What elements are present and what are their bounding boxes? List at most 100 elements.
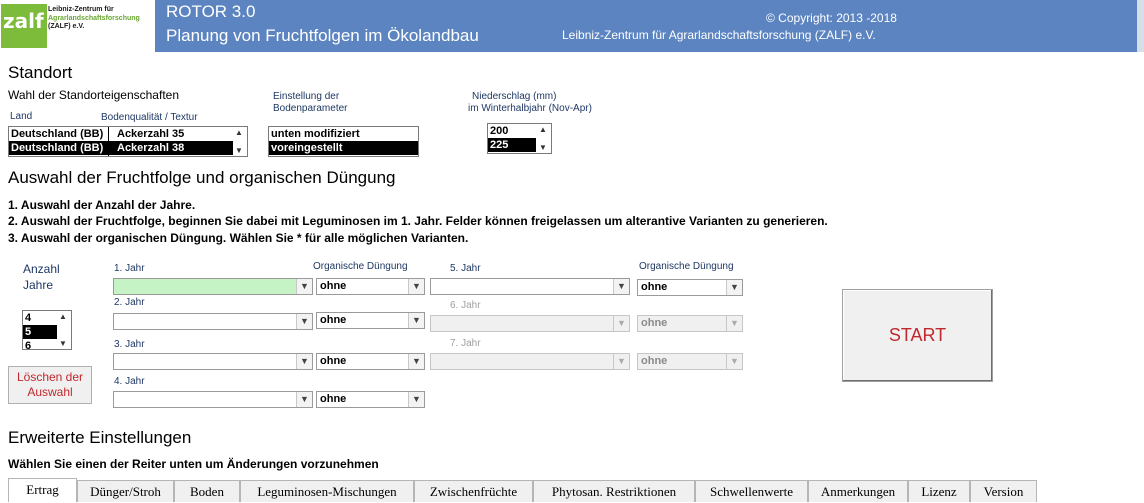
erweitert-heading: Erweiterte Einstellungen — [8, 428, 192, 447]
chevron-down-icon[interactable]: ▼ — [613, 354, 629, 369]
chevron-down-icon[interactable]: ▼ — [539, 143, 547, 152]
chevron-down-icon[interactable]: ▼ — [296, 392, 312, 407]
anzahl-option-2[interactable]: 5 — [23, 325, 57, 339]
institute-text: Leibniz-Zentrum für Agrarlandschaftsfors… — [562, 28, 876, 42]
tab-anmerkungen[interactable]: Anmerkungen — [808, 480, 908, 502]
instruction-1: 1. Auswahl der Anzahl der Jahre. — [8, 198, 196, 212]
zalf-logo: zalf Leibniz-Zentrum für Agrarlandschaft… — [0, 0, 155, 52]
column-divider — [108, 127, 109, 156]
chevron-up-icon[interactable]: ▲ — [235, 128, 243, 137]
logo-line-1: Leibniz-Zentrum für — [48, 6, 114, 13]
bodenparam-listbox[interactable]: unten modifiziert voreingestellt — [268, 126, 419, 157]
year-5-duengung-select[interactable]: ohne ▼ — [637, 279, 743, 296]
start-button[interactable]: START — [842, 289, 993, 382]
tab-phytosan-restriktionen[interactable]: Phytosan. Restriktionen — [533, 480, 695, 502]
copyright-text: © Copyright: 2013 -2018 — [766, 11, 897, 25]
fruchtfolge-heading: Auswahl der Fruchtfolge und organischen … — [8, 168, 396, 187]
year-4-label: 4. Jahr — [114, 376, 145, 387]
tab-zwischenfruechte[interactable]: Zwischenfrüchte — [414, 480, 533, 502]
chevron-down-icon[interactable]: ▼ — [613, 279, 629, 294]
tab-duenger-stroh[interactable]: Dünger/Stroh — [77, 480, 174, 502]
standort-subheading: Wahl der Standorteigenschaften — [8, 88, 179, 102]
year-5-label: 5. Jahr — [450, 263, 481, 274]
tab-leguminosen-mischungen[interactable]: Leguminosen-Mischungen — [240, 480, 414, 502]
standort-heading: Standort — [8, 63, 73, 82]
niederschlag-scrollbar[interactable]: ▲ ▼ — [537, 124, 551, 153]
year-7-crop-select[interactable]: ▼ — [430, 353, 630, 370]
site-option-2[interactable]: Deutschland (BB) Ackerzahl 38 — [9, 141, 233, 155]
year-4-duengung-select[interactable]: ohne ▼ — [316, 391, 425, 408]
niederschlag-listbox[interactable]: 200 225 ▲ ▼ — [487, 123, 552, 154]
anzahl-listbox[interactable]: 4 5 6 ▲ ▼ — [22, 310, 72, 350]
chevron-down-icon[interactable]: ▼ — [296, 354, 312, 369]
boden-label: Bodenqualität / Textur — [101, 112, 198, 123]
chevron-down-icon[interactable]: ▼ — [408, 354, 424, 369]
year-6-crop-select[interactable]: ▼ — [430, 315, 630, 332]
year-5-crop-select[interactable]: ▼ — [430, 278, 630, 295]
duengung-header-left: Organische Düngung — [313, 261, 408, 272]
niederschlag-option-2[interactable]: 225 — [488, 138, 536, 152]
chevron-down-icon[interactable]: ▼ — [408, 279, 424, 294]
chevron-down-icon[interactable]: ▼ — [235, 146, 243, 155]
logo-line-2: Agrarlandschaftsforschung — [48, 14, 140, 22]
year-6-label: 6. Jahr — [450, 300, 481, 311]
land-label: Land — [10, 111, 33, 122]
zalf-logo-mark: zalf — [1, 4, 47, 48]
bodenparam-option-1[interactable]: unten modifiziert — [269, 127, 418, 141]
window-scrollbar[interactable] — [1137, 0, 1144, 52]
chevron-up-icon[interactable]: ▲ — [539, 125, 547, 134]
year-1-label: 1. Jahr — [114, 263, 145, 274]
chevron-down-icon[interactable]: ▼ — [408, 392, 424, 407]
niederschlag-label-2: im Winterhalbjahr (Nov-Apr) — [468, 103, 592, 114]
anzahl-scrollbar[interactable]: ▲ ▼ — [57, 311, 71, 349]
anzahl-label-1: Anzahl — [23, 262, 60, 276]
erweitert-instruction: Wählen Sie einen der Reiter unten um Änd… — [8, 457, 379, 471]
year-2-crop-select[interactable]: ▼ — [113, 313, 313, 330]
tab-version[interactable]: Version — [970, 480, 1037, 502]
year-3-label: 3. Jahr — [114, 339, 145, 350]
app-subtitle: Planung von Fruchtfolgen im Ökolandbau — [166, 26, 479, 45]
year-2-label: 2. Jahr — [114, 297, 145, 308]
chevron-down-icon[interactable]: ▼ — [59, 339, 67, 348]
site-option-1[interactable]: Deutschland (BB) Ackerzahl 35 — [9, 127, 233, 141]
duengung-header-right: Organische Düngung — [639, 261, 734, 272]
site-list-scrollbar[interactable]: ▲ ▼ — [233, 127, 247, 156]
bodenparam-label-2: Bodenparameter — [273, 103, 348, 114]
anzahl-option-3[interactable]: 6 — [23, 339, 57, 349]
clear-selection-button[interactable]: Löschen der Auswahl — [8, 366, 92, 404]
year-6-duengung-select[interactable]: ohne ▼ — [637, 315, 743, 332]
anzahl-label-2: Jahre — [23, 278, 54, 292]
chevron-down-icon[interactable]: ▼ — [613, 316, 629, 331]
tab-lizenz[interactable]: Lizenz — [908, 480, 970, 502]
year-1-duengung-select[interactable]: ohne ▼ — [316, 278, 425, 295]
clear-button-line-1: Löschen der — [16, 370, 84, 384]
site-listbox[interactable]: Deutschland (BB) Ackerzahl 35 Deutschlan… — [8, 126, 248, 157]
year-3-duengung-select[interactable]: ohne ▼ — [316, 353, 425, 370]
niederschlag-option-1[interactable]: 200 — [488, 124, 536, 138]
zalf-logo-text: Leibniz-Zentrum für Agrarlandschaftsfors… — [48, 6, 156, 32]
year-4-crop-select[interactable]: ▼ — [113, 391, 313, 408]
app-title: ROTOR 3.0 — [166, 2, 256, 21]
year-1-crop-select[interactable]: ▼ — [113, 278, 313, 295]
chevron-down-icon[interactable]: ▼ — [296, 279, 312, 294]
anzahl-option-1[interactable]: 4 — [23, 311, 57, 325]
tab-boden[interactable]: Boden — [174, 480, 240, 502]
chevron-down-icon[interactable]: ▼ — [296, 314, 312, 329]
year-7-duengung-select[interactable]: ohne ▼ — [637, 353, 743, 370]
logo-line-3: (ZALF) e.V. — [48, 23, 85, 30]
chevron-down-icon[interactable]: ▼ — [408, 313, 424, 328]
chevron-down-icon[interactable]: ▼ — [726, 280, 742, 295]
year-2-duengung-select[interactable]: ohne ▼ — [316, 312, 425, 329]
chevron-up-icon[interactable]: ▲ — [59, 312, 67, 321]
year-7-label: 7. Jahr — [450, 338, 481, 349]
chevron-down-icon[interactable]: ▼ — [726, 316, 742, 331]
tab-ertrag[interactable]: Ertrag — [8, 478, 77, 502]
bodenparam-label-1: Einstellung der — [273, 91, 340, 102]
niederschlag-label-1: Niederschlag (mm) — [472, 91, 557, 102]
year-3-crop-select[interactable]: ▼ — [113, 353, 313, 370]
chevron-down-icon[interactable]: ▼ — [726, 354, 742, 369]
instruction-3: 3. Auswahl der organischen Düngung. Wähl… — [8, 231, 469, 245]
tab-schwellenwerte[interactable]: Schwellenwerte — [695, 480, 808, 502]
bodenparam-option-2[interactable]: voreingestellt — [269, 141, 418, 155]
clear-button-line-2: Auswahl — [27, 385, 73, 399]
